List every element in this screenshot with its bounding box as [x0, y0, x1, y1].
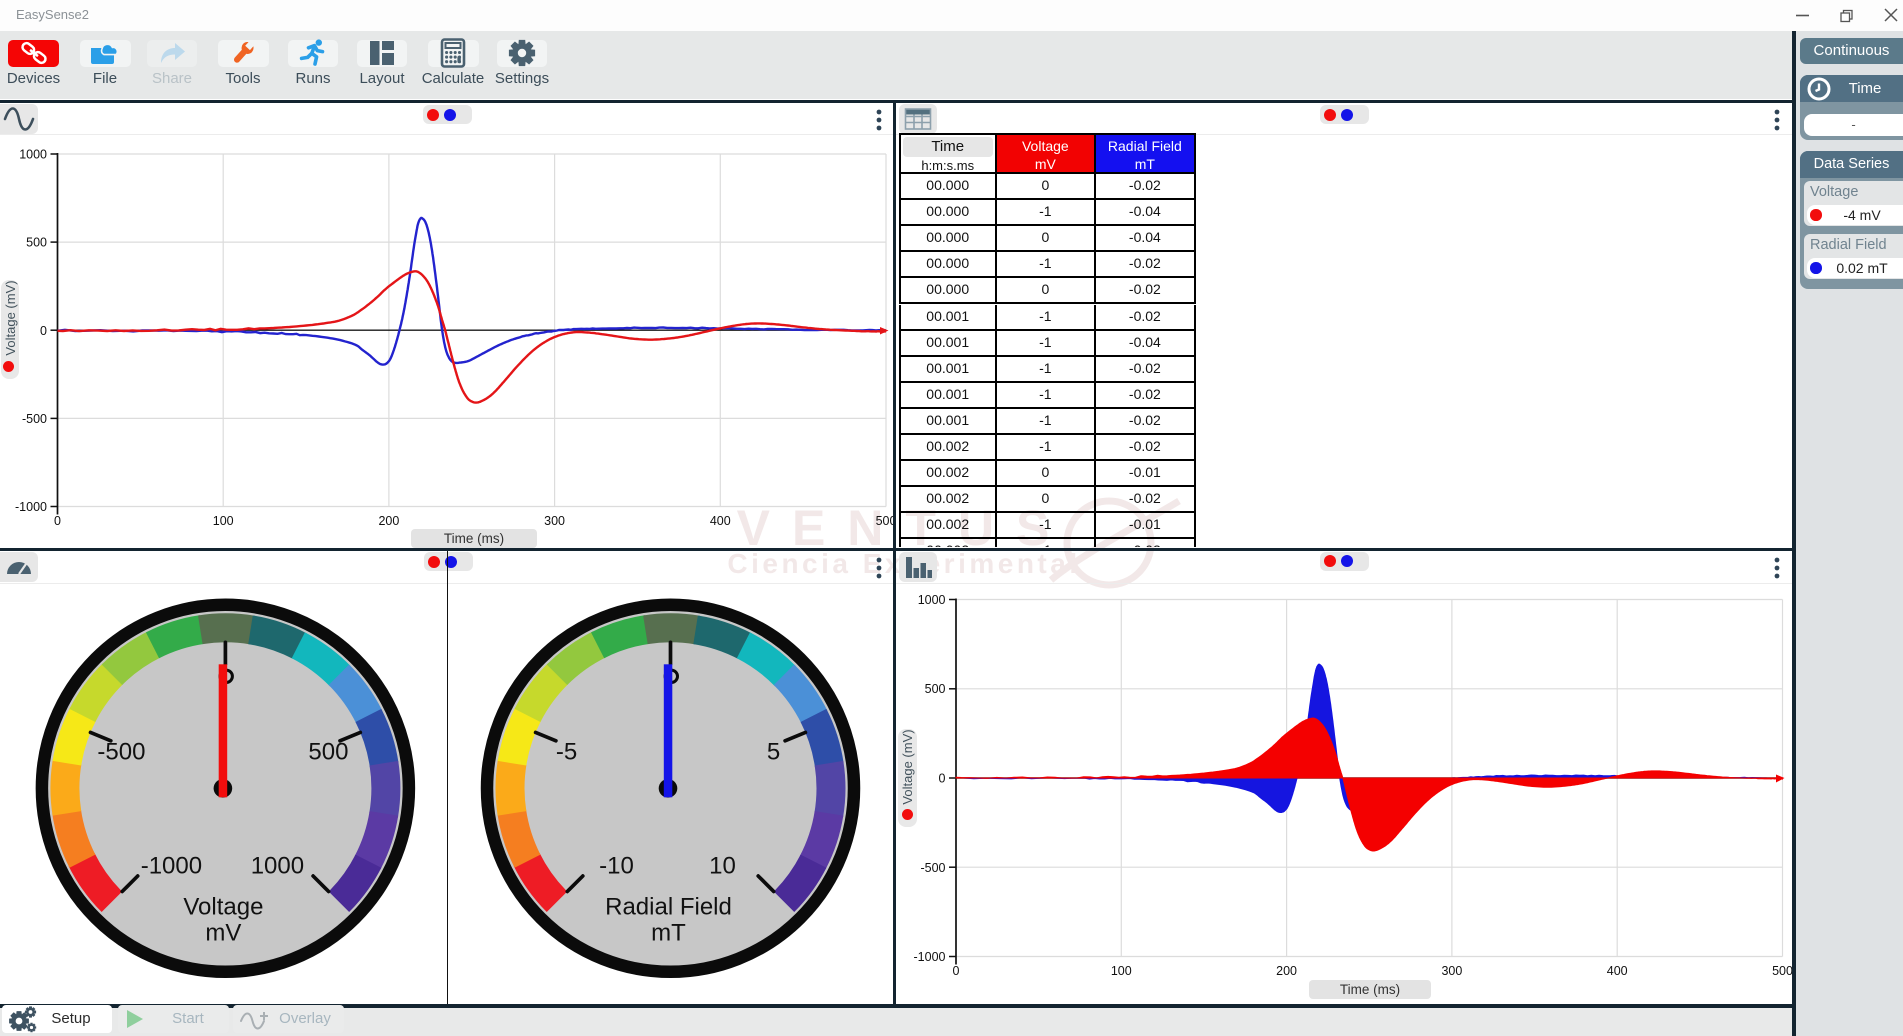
svg-text:-1000: -1000 [914, 950, 946, 964]
svg-text:0: 0 [40, 324, 47, 338]
svg-text:300: 300 [1441, 964, 1462, 978]
svg-text:-500: -500 [22, 412, 47, 426]
svg-text:200: 200 [378, 514, 399, 528]
svg-text:0: 0 [939, 772, 946, 786]
svg-text:500: 500 [925, 682, 946, 696]
svg-text:100: 100 [213, 514, 234, 528]
svg-text:0: 0 [953, 964, 960, 978]
svg-text:Voltage: Voltage [183, 893, 263, 920]
svg-text:-500: -500 [920, 861, 945, 875]
svg-text:10: 10 [709, 852, 736, 879]
svg-text:-10: -10 [599, 852, 634, 879]
svg-text:mT: mT [651, 919, 686, 946]
svg-text:500: 500 [876, 514, 893, 528]
svg-text:100: 100 [1111, 964, 1132, 978]
svg-text:500: 500 [308, 738, 348, 765]
svg-text:500: 500 [1772, 964, 1792, 978]
svg-text:400: 400 [710, 514, 731, 528]
svg-text:-1000: -1000 [141, 852, 202, 879]
svg-text:1000: 1000 [918, 593, 946, 607]
svg-text:-5: -5 [556, 738, 577, 765]
svg-text:-1000: -1000 [15, 500, 47, 514]
svg-text:mV: mV [205, 919, 241, 946]
svg-text:400: 400 [1607, 964, 1628, 978]
svg-text:1000: 1000 [19, 148, 47, 162]
svg-text:200: 200 [1276, 964, 1297, 978]
svg-text:5: 5 [767, 738, 780, 765]
svg-text:-500: -500 [97, 738, 145, 765]
svg-text:Radial Field: Radial Field [605, 893, 732, 920]
svg-text:500: 500 [26, 236, 47, 250]
svg-text:1000: 1000 [251, 852, 304, 879]
svg-text:300: 300 [544, 514, 565, 528]
svg-text:0: 0 [54, 514, 61, 528]
